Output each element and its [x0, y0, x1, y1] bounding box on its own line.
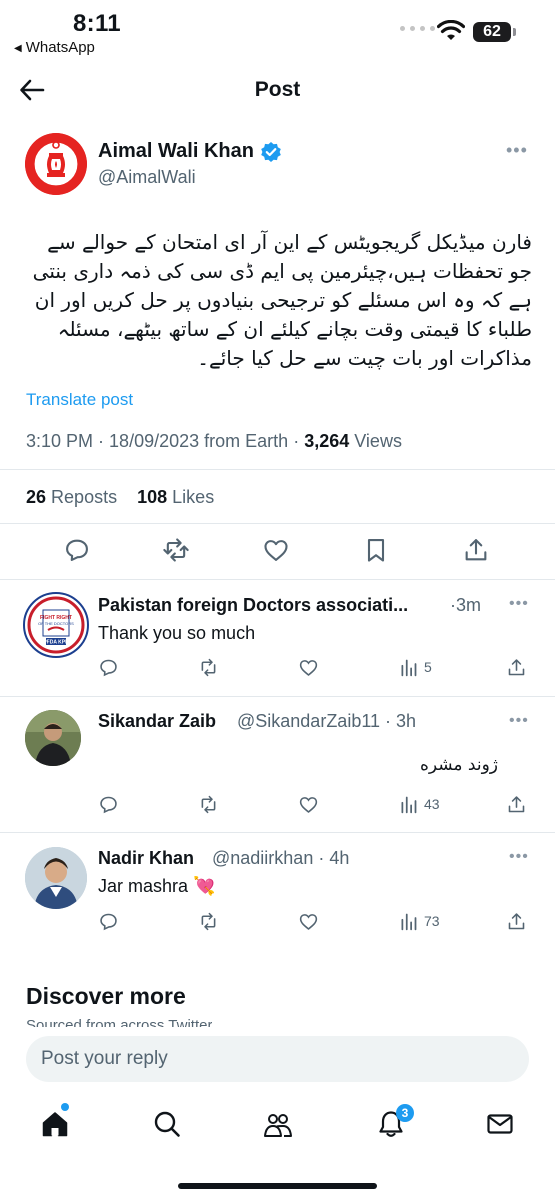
reply-time-value: 4h — [329, 848, 350, 868]
translate-post-link[interactable]: Translate post — [26, 390, 133, 410]
reply-item[interactable]: Sikandar Zaib @SikandarZaib11 · 3h ••• ژ… — [0, 696, 555, 832]
reposts-link[interactable]: 26 Reposts — [26, 487, 117, 507]
views-count: 3,264 — [304, 431, 350, 451]
reply-icon[interactable] — [98, 656, 119, 678]
reply-placeholder: Post your reply — [41, 1048, 168, 1069]
lantern-logo-icon — [25, 133, 87, 195]
reply-handle-value: @SikandarZaib11 — [237, 711, 381, 731]
author-name[interactable]: Aimal Wali Khan — [98, 140, 254, 163]
reply-action-bar: 43 — [98, 793, 528, 817]
reply-icon[interactable] — [63, 536, 91, 564]
more-options-icon[interactable]: ••• — [509, 848, 529, 866]
avatar-caption: PFDA KPK — [43, 640, 69, 646]
reposts-count: 26 — [26, 487, 47, 507]
reply-time-value: 3m — [456, 595, 482, 615]
back-to-app-link[interactable]: ◀ WhatsApp — [14, 39, 95, 56]
likes-count: 108 — [137, 487, 168, 507]
reply-views-count: 43 — [424, 796, 440, 812]
reply-icon[interactable] — [98, 793, 119, 815]
like-icon[interactable] — [298, 910, 319, 932]
reply-author-name[interactable]: Nadir Khan — [98, 848, 194, 869]
cellular-signal-icon — [400, 26, 435, 31]
notifications-badge: 3 — [396, 1104, 414, 1122]
status-time: 8:11 — [73, 10, 121, 37]
engagement-counts: 26 Reposts 108 Likes — [26, 487, 214, 508]
page-title: Post — [254, 78, 301, 101]
reply-item[interactable]: FIGHT RIGHT OF THE DOCTORS PFDA KPK Paki… — [0, 579, 555, 696]
wifi-icon — [437, 20, 465, 40]
post-source: from Earth — [204, 431, 289, 451]
discover-subtitle: Sourced from across Twitter — [26, 1017, 213, 1027]
author-handle[interactable]: @AimalWali — [98, 167, 196, 188]
share-icon[interactable] — [462, 536, 490, 564]
reply-time: ·3m — [450, 595, 482, 615]
share-icon[interactable] — [506, 793, 527, 815]
share-icon[interactable] — [506, 910, 527, 932]
reposts-label: Reposts — [51, 487, 118, 507]
battery-indicator: 62 — [473, 22, 511, 42]
views-icon[interactable]: 73 — [398, 910, 440, 932]
reply-views-count: 73 — [424, 913, 440, 929]
post-meta: 3:10 PM · 18/09/2023 from Earth · 3,264 … — [26, 431, 402, 451]
reply-author-name[interactable]: Pakistan foreign Doctors associati... — [98, 595, 450, 616]
communities-icon[interactable] — [263, 1109, 293, 1139]
more-options-icon[interactable]: ••• — [509, 595, 529, 613]
views-label: Views — [354, 431, 402, 451]
discover-more-heading: Discover more — [26, 983, 186, 1009]
battery-level: 62 — [483, 23, 501, 40]
reply-avatar[interactable] — [25, 847, 87, 909]
search-icon[interactable] — [152, 1109, 182, 1139]
reply-action-bar: 73 — [98, 910, 528, 934]
likes-label: Likes — [172, 487, 215, 507]
author-avatar[interactable] — [25, 133, 87, 195]
repost-icon[interactable] — [198, 910, 219, 932]
reply-author-name[interactable]: Sikandar Zaib — [98, 711, 216, 732]
reply-views-count: 5 — [424, 659, 432, 675]
reply-text: Jar mashra 💘 — [98, 876, 216, 896]
reply-time-value: 3h — [396, 711, 417, 731]
home-icon[interactable] — [40, 1109, 70, 1139]
likes-link[interactable]: 108 Likes — [137, 487, 214, 507]
home-notification-dot — [61, 1103, 69, 1111]
more-options-icon[interactable]: ••• — [506, 140, 528, 161]
post-action-bar — [0, 536, 555, 568]
post-time: 3:10 PM — [26, 431, 94, 451]
reply-avatar[interactable] — [25, 710, 81, 766]
reply-handle-value: @nadiirkhan — [212, 848, 314, 868]
reply-handle[interactable]: @SikandarZaib11 · 3h — [237, 711, 416, 732]
more-options-icon[interactable]: ••• — [509, 712, 529, 730]
user-photo-icon — [25, 847, 87, 909]
reply-text: Thank you so much — [98, 623, 256, 643]
verified-badge-icon — [261, 142, 281, 162]
views-icon[interactable]: 5 — [398, 656, 432, 678]
user-photo-icon — [25, 710, 81, 766]
home-indicator — [178, 1183, 377, 1189]
repost-icon[interactable] — [162, 536, 190, 564]
battery-nub — [513, 28, 516, 36]
reply-input[interactable]: Post your reply — [26, 1036, 529, 1082]
share-icon[interactable] — [506, 656, 527, 678]
reply-text: ژوند مشره — [419, 755, 498, 775]
bookmark-icon[interactable] — [362, 536, 390, 564]
back-app-label: WhatsApp — [25, 39, 95, 56]
reply-item[interactable]: Nadir Khan @nadiirkhan · 4h ••• Jar mash… — [0, 832, 555, 952]
like-icon[interactable] — [262, 536, 290, 564]
divider — [0, 469, 555, 470]
repost-icon[interactable] — [198, 793, 219, 815]
views-icon[interactable]: 43 — [398, 793, 440, 815]
reply-avatar[interactable]: FIGHT RIGHT OF THE DOCTORS PFDA KPK — [23, 592, 89, 658]
reply-action-bar: 5 — [98, 656, 528, 680]
reply-handle[interactable]: @nadiirkhan · 4h — [212, 848, 349, 869]
divider — [0, 523, 555, 524]
messages-icon[interactable] — [485, 1109, 515, 1139]
repost-icon[interactable] — [198, 656, 219, 678]
reply-icon[interactable] — [98, 910, 119, 932]
pfda-logo-icon: FIGHT RIGHT OF THE DOCTORS PFDA KPK — [26, 595, 86, 655]
like-icon[interactable] — [298, 793, 319, 815]
post-text: فارن میڈیکل گریجویٹس کے این آر ای امتحان… — [32, 230, 532, 370]
back-triangle-icon: ◀ — [14, 43, 22, 54]
post-date: 18/09/2023 — [109, 431, 200, 451]
like-icon[interactable] — [298, 656, 319, 678]
svg-text:OF THE DOCTORS: OF THE DOCTORS — [38, 621, 74, 626]
